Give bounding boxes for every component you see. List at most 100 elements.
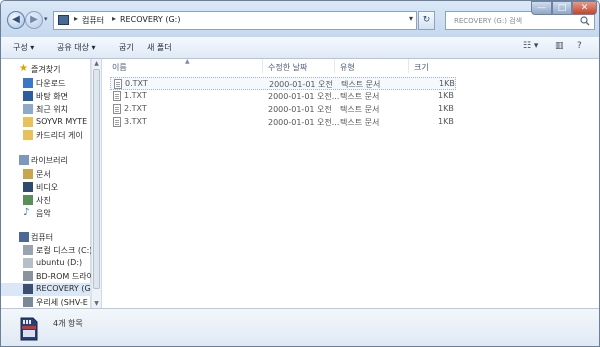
optical-drive-icon bbox=[23, 271, 33, 281]
sidebar-item-recovery[interactable]: RECOVERY (G:) bbox=[1, 283, 91, 296]
sidebar-item-videos[interactable]: 비디오 bbox=[1, 181, 91, 194]
sidebar-item-label: 바탕 화면 bbox=[36, 92, 68, 101]
scroll-thumb[interactable] bbox=[93, 69, 100, 289]
folder-icon bbox=[23, 117, 33, 127]
file-size: 1KB bbox=[438, 91, 454, 100]
file-size: 1KB bbox=[438, 117, 454, 126]
text-file-icon bbox=[113, 117, 121, 127]
sidebar-item-label: RECOVERY (G:) bbox=[36, 284, 91, 293]
file-size: 1KB bbox=[438, 104, 454, 113]
file-modified: 2000-01-01 오전 bbox=[269, 80, 333, 89]
file-size: 1KB bbox=[439, 79, 455, 88]
documents-library-icon bbox=[23, 169, 33, 179]
minimize-button[interactable]: — bbox=[531, 1, 552, 15]
music-library-icon: ♪ bbox=[23, 207, 30, 218]
local-disk-icon bbox=[23, 245, 33, 255]
sidebar-item-label: 다운로드 bbox=[36, 79, 66, 88]
table-row[interactable]: 2.TXT 2000-01-01 오전 텍스트 문서 1KB bbox=[110, 103, 456, 116]
sidebar-item-pictures[interactable]: 사진 bbox=[1, 194, 91, 207]
sidebar-item-label: BD-ROM 드라이 bbox=[36, 272, 91, 281]
explorer-window: ◀ ▶ ▾ ▸ 컴퓨터 ▸ RECOVERY (G:) ▾ ↻ RECOVERY… bbox=[0, 0, 600, 347]
file-type: 텍스트 문서 bbox=[341, 80, 381, 89]
pictures-library-icon bbox=[23, 195, 33, 205]
close-button[interactable]: ✕ bbox=[572, 1, 597, 15]
sidebar-item-bdrom[interactable]: BD-ROM 드라이 bbox=[1, 270, 91, 283]
text-file-icon bbox=[114, 79, 122, 89]
search-icon bbox=[580, 16, 590, 26]
scroll-up-arrow-icon[interactable]: ▲ bbox=[92, 59, 101, 68]
column-divider[interactable] bbox=[334, 59, 335, 73]
address-separator[interactable]: ▸ bbox=[112, 14, 116, 23]
sidebar-item-downloads[interactable]: 다운로드 bbox=[1, 77, 91, 90]
table-row[interactable]: 3.TXT 2000-01-01 오전... 텍스트 문서 1KB bbox=[110, 116, 456, 129]
recent-pages-dropdown[interactable]: ▾ bbox=[44, 15, 50, 23]
view-options-icon[interactable]: ☷ ▾ bbox=[523, 41, 538, 51]
file-type: 텍스트 문서 bbox=[340, 105, 380, 114]
file-list: ▲ 이름 수정한 날짜 유형 크기 0.TXT 2000-01-01 오전 텍스… bbox=[102, 58, 599, 308]
breadcrumb-computer[interactable]: 컴퓨터 bbox=[82, 15, 104, 26]
share-with-menu[interactable]: 공유 대상 ▾ bbox=[57, 42, 96, 53]
sidebar-item-ubuntu[interactable]: ubuntu (D:) bbox=[1, 257, 91, 270]
folder-icon bbox=[23, 130, 33, 140]
address-dropdown-icon[interactable]: ▾ bbox=[409, 14, 413, 23]
burn-button[interactable]: 굽기 bbox=[119, 42, 134, 53]
library-icon bbox=[19, 155, 29, 165]
column-divider[interactable] bbox=[408, 59, 409, 73]
file-type: 텍스트 문서 bbox=[340, 92, 380, 101]
sidebar-item-soyvr[interactable]: SOYVR MYTE bbox=[1, 116, 91, 129]
libraries-header[interactable]: 라이브러리 bbox=[1, 154, 91, 167]
breadcrumb-recovery[interactable]: RECOVERY (G:) bbox=[120, 15, 181, 24]
search-placeholder: RECOVERY (G:) 검색 bbox=[454, 17, 523, 25]
computer-icon bbox=[58, 15, 69, 25]
preview-pane-icon[interactable]: ▥ bbox=[555, 41, 564, 51]
column-header-size[interactable]: 크기 bbox=[414, 62, 429, 73]
sidebar-item-music[interactable]: ♪ 음악 bbox=[1, 207, 91, 220]
file-type: 텍스트 문서 bbox=[340, 118, 380, 127]
file-name: 2.TXT bbox=[124, 104, 147, 113]
help-icon[interactable]: ? bbox=[577, 41, 582, 51]
sidebar-item-local-disk[interactable]: 로컬 디스크 (C:) bbox=[1, 244, 91, 257]
star-icon: ★ bbox=[19, 63, 28, 74]
scroll-down-arrow-icon[interactable]: ▼ bbox=[92, 299, 101, 308]
file-modified: 2000-01-01 오전... bbox=[268, 118, 340, 127]
favorites-header[interactable]: ★ 즐겨찾기 bbox=[1, 63, 91, 76]
table-row[interactable]: 0.TXT 2000-01-01 오전 텍스트 문서 1KB bbox=[110, 77, 456, 90]
address-separator[interactable]: ▸ bbox=[74, 14, 78, 23]
address-bar[interactable]: ▸ 컴퓨터 ▸ RECOVERY (G:) ▾ bbox=[53, 11, 417, 30]
file-name: 0.TXT bbox=[125, 79, 148, 88]
sidebar-item-label: 문서 bbox=[36, 170, 51, 179]
file-name: 1.TXT bbox=[124, 91, 147, 100]
file-modified: 2000-01-01 오전... bbox=[268, 92, 340, 101]
drive-icon bbox=[23, 258, 33, 268]
file-name: 3.TXT bbox=[124, 117, 147, 126]
file-modified: 2000-01-01 오전 bbox=[268, 105, 332, 114]
sidebar-item-documents[interactable]: 문서 bbox=[1, 168, 91, 181]
maximize-button[interactable]: □ bbox=[552, 1, 572, 15]
sidebar-item-label: 최근 위치 bbox=[36, 105, 68, 114]
back-button[interactable]: ◀ bbox=[7, 11, 25, 29]
download-folder-icon bbox=[23, 78, 33, 88]
sidebar-item-desktop[interactable]: 바탕 화면 bbox=[1, 90, 91, 103]
desktop-icon bbox=[23, 91, 33, 101]
new-folder-button[interactable]: 새 폴더 bbox=[147, 42, 172, 53]
title-bar: ◀ ▶ ▾ ▸ 컴퓨터 ▸ RECOVERY (G:) ▾ ↻ RECOVERY… bbox=[1, 1, 599, 37]
column-header-type[interactable]: 유형 bbox=[340, 62, 355, 73]
nav-scrollbar[interactable]: ▲ ▼ bbox=[91, 59, 101, 308]
computer-label: 컴퓨터 bbox=[31, 233, 54, 242]
column-header-modified[interactable]: 수정한 날짜 bbox=[268, 62, 307, 73]
table-row[interactable]: 1.TXT 2000-01-01 오전... 텍스트 문서 1KB bbox=[110, 90, 456, 103]
computer-header[interactable]: 컴퓨터 bbox=[1, 231, 91, 244]
computer-icon bbox=[19, 232, 29, 242]
refresh-icon: ↻ bbox=[422, 15, 431, 25]
refresh-button[interactable]: ↻ bbox=[418, 11, 435, 30]
forward-button[interactable]: ▶ bbox=[25, 11, 43, 29]
text-file-icon bbox=[113, 91, 121, 101]
column-divider[interactable] bbox=[262, 59, 263, 73]
phone-device-icon bbox=[23, 297, 33, 307]
sidebar-item-recent[interactable]: 최근 위치 bbox=[1, 103, 91, 116]
column-header-name[interactable]: 이름 bbox=[112, 62, 127, 73]
sidebar-item-label: 카드리더 게이 bbox=[36, 131, 83, 140]
sidebar-item-cardreader[interactable]: 카드리더 게이 bbox=[1, 129, 91, 142]
organize-menu[interactable]: 구성 ▾ bbox=[13, 42, 34, 53]
libraries-label: 라이브러리 bbox=[31, 156, 68, 165]
